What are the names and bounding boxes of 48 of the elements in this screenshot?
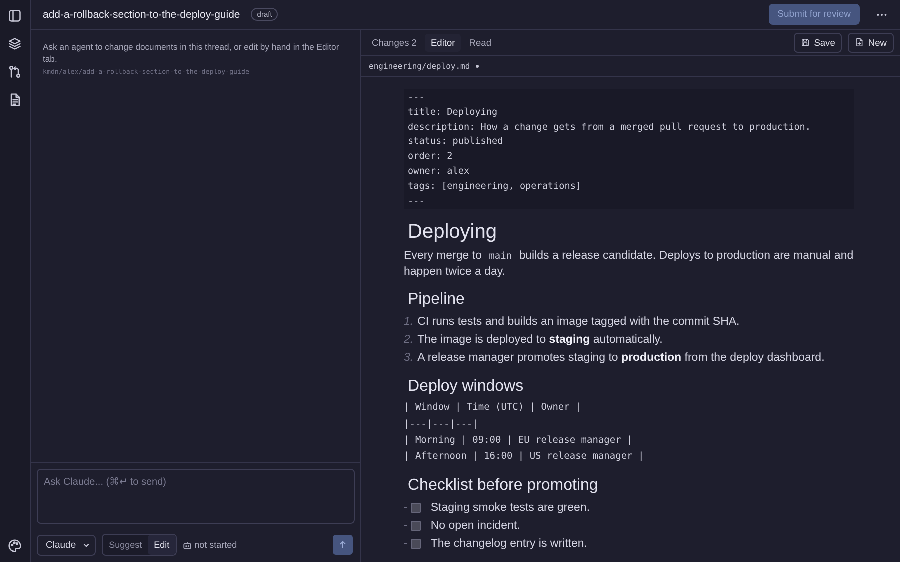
section-heading: Checklist before promoting bbox=[408, 476, 600, 496]
checklist-item-text: No open incident. bbox=[430, 518, 520, 534]
editor-tab[interactable]: Read bbox=[463, 34, 498, 52]
model-dropdown[interactable]: Claude bbox=[37, 534, 96, 556]
checklist-item-text: Staging smoke tests are green. bbox=[430, 500, 590, 516]
table-source-line: |---|---|---| bbox=[404, 418, 480, 432]
list-number: 3. bbox=[404, 351, 414, 366]
list-bullet: - bbox=[404, 500, 408, 516]
robot-icon bbox=[182, 540, 192, 550]
section-heading: Pipeline bbox=[408, 290, 466, 310]
thread-title: add-a-rollback-section-to-the-deploy-guide bbox=[43, 8, 240, 20]
checkbox[interactable] bbox=[410, 520, 421, 531]
git-pull-request-icon[interactable] bbox=[8, 65, 22, 79]
file-path: engineering/deploy.md bbox=[369, 62, 470, 70]
list-item-text: CI runs tests and builds an image tagged with the commit SHA. bbox=[418, 315, 740, 330]
sidebar-icon[interactable] bbox=[8, 9, 22, 23]
arrow-up-icon bbox=[338, 540, 348, 550]
list-bullet: - bbox=[404, 518, 408, 534]
layers-icon[interactable] bbox=[8, 37, 22, 51]
file-text-icon[interactable] bbox=[8, 93, 22, 107]
document-heading: Deploying bbox=[408, 220, 498, 244]
table-source-line: | Window | Time (UTC) | Owner | bbox=[404, 401, 582, 416]
paragraph-text: Every merge to main builds a release candidate. Deploys to production are manual and happen twice a day. bbox=[404, 249, 854, 280]
frontmatter-code-block: --- title: Deploying description: How a change gets from a merged pull request to production. status: published order: 2 owner: alex tags: [engineering, operations] --- bbox=[404, 89, 854, 210]
section-heading: Deploy windows bbox=[408, 377, 525, 398]
table-source-line: | Afternoon | 16:00 | US release manager | bbox=[404, 450, 646, 464]
list-item-text: The image is deployed to staging automatically. bbox=[418, 333, 663, 348]
checkbox[interactable] bbox=[410, 502, 421, 513]
checklist-item-text: The changelog entry is written. bbox=[430, 536, 588, 552]
list-item-text: A release manager promotes staging to production from the deploy dashboard. bbox=[418, 351, 825, 366]
palette-icon[interactable] bbox=[8, 539, 22, 553]
list-number: 1. bbox=[404, 315, 414, 330]
save-icon[interactable] bbox=[801, 38, 810, 47]
editor-tab[interactable]: Changes 2 bbox=[366, 34, 423, 52]
new-button[interactable]: New bbox=[848, 32, 894, 52]
table-source-line: | Morning | 09:00 | EU release manager | bbox=[404, 434, 634, 448]
list-bullet: - bbox=[404, 536, 408, 552]
mode-tab[interactable]: Edit bbox=[148, 535, 176, 555]
checkbox[interactable] bbox=[410, 538, 421, 549]
message-input-field[interactable]: Ask Claude... (⌘↵ to send) bbox=[37, 469, 355, 524]
file-plus-icon[interactable] bbox=[855, 38, 864, 47]
intro-text: Ask an agent to change documents in this thread, or edit by hand in the Editor tab. bbox=[43, 41, 340, 65]
editor-tab[interactable]: Editor bbox=[424, 34, 462, 52]
mode-tab[interactable]: Suggest bbox=[103, 535, 148, 555]
agent-status: not started bbox=[194, 540, 238, 550]
save-button[interactable]: Save bbox=[794, 32, 842, 52]
list-number: 2. bbox=[404, 333, 414, 348]
send-button[interactable] bbox=[333, 535, 353, 555]
